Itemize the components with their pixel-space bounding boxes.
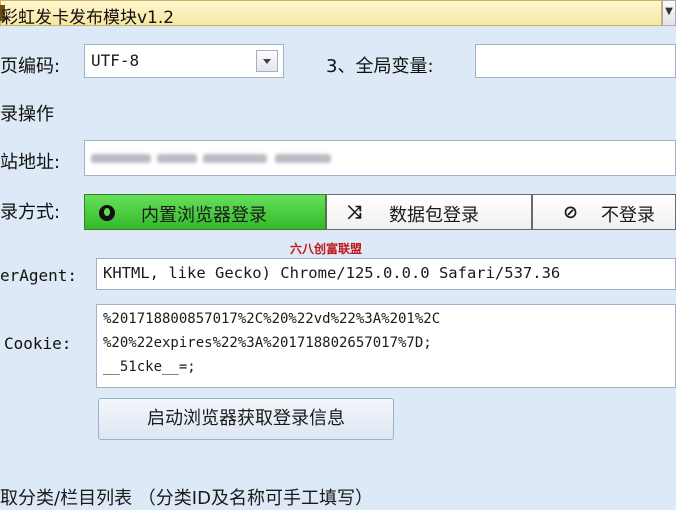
- global-var-label: 3、全局变量:: [326, 56, 434, 77]
- category-list-heading: 取分类/栏目列表 （分类ID及名称可手工填写）: [0, 488, 373, 509]
- cookie-textarea[interactable]: %201718800857017%2C%20%22vd%22%3A%201%2C…: [96, 304, 676, 388]
- redacted-text: [275, 154, 331, 163]
- shuffle-icon: ⤨: [347, 202, 362, 223]
- redacted-text: [203, 154, 267, 163]
- cookie-line: __51cke__=;: [103, 359, 196, 375]
- global-var-input[interactable]: [475, 44, 676, 78]
- watermark-text: 六八创富联盟: [290, 242, 363, 256]
- login-builtin-browser-option[interactable]: 内置浏览器登录: [84, 194, 326, 230]
- charset-value: UTF-8: [91, 51, 140, 70]
- redacted-text: [157, 154, 197, 163]
- charset-label: 页编码:: [0, 56, 61, 77]
- launch-browser-button[interactable]: 启动浏览器获取登录信息: [98, 398, 394, 440]
- cookie-label: Cookie:: [4, 334, 72, 353]
- login-section-heading: 录操作: [0, 104, 54, 125]
- globe-icon: [99, 205, 115, 221]
- login-method-label: 录方式:: [0, 202, 61, 223]
- module-title: 彩虹发卡发布模块v1.2: [1, 8, 175, 28]
- cookie-line: %201718800857017%2C%20%22vd%22%3A%201%2C: [103, 311, 441, 327]
- login-option-label: 不登录: [601, 205, 655, 226]
- useragent-value: KHTML, like Gecko) Chrome/125.0.0.0 Safa…: [103, 264, 561, 282]
- cookie-line: %20%22expires%22%3A%201718802657017%7D;: [103, 335, 432, 351]
- charset-select[interactable]: UTF-8: [84, 44, 284, 78]
- login-option-label: 内置浏览器登录: [141, 205, 267, 226]
- useragent-label: erAgent:: [0, 266, 78, 285]
- redacted-text: [91, 154, 151, 163]
- login-none-option[interactable]: ⊘ 不登录: [532, 194, 676, 230]
- charset-dropdown-arrow-icon[interactable]: [256, 50, 278, 72]
- site-url-input[interactable]: [84, 140, 676, 176]
- no-entry-icon: ⊘: [563, 202, 579, 223]
- login-option-label: 数据包登录: [389, 205, 479, 226]
- site-url-label: 站地址:: [0, 152, 61, 173]
- chevron-down-icon[interactable]: ▼: [662, 0, 676, 26]
- useragent-input[interactable]: KHTML, like Gecko) Chrome/125.0.0.0 Safa…: [96, 258, 676, 290]
- module-select[interactable]: 彩虹发卡发布模块v1.2: [0, 0, 662, 28]
- login-packet-option[interactable]: ⤨ 数据包登录: [326, 194, 532, 230]
